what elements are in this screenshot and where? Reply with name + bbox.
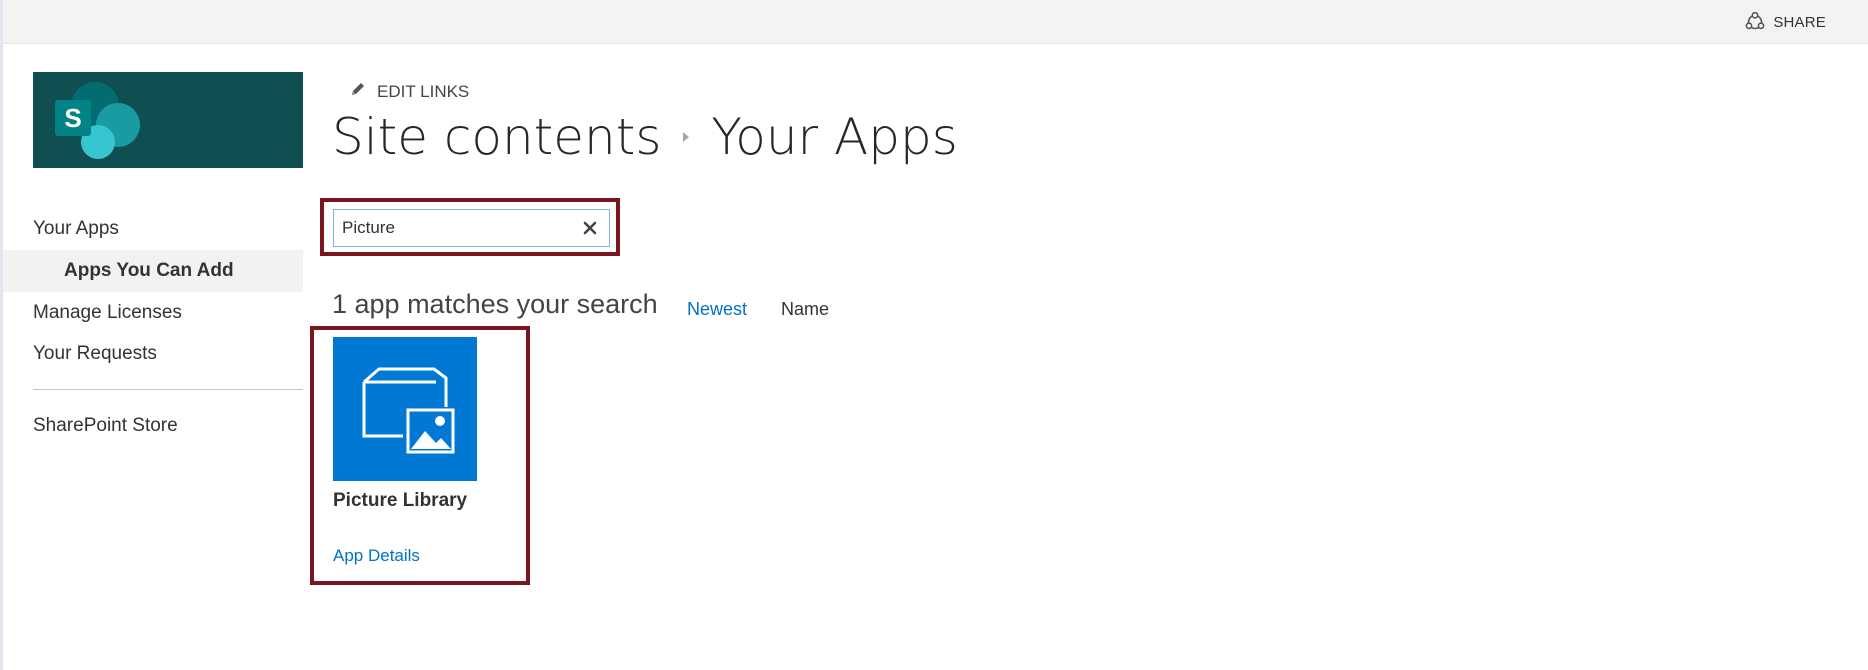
- app-tile[interactable]: [333, 337, 477, 481]
- share-icon: [1745, 12, 1765, 32]
- site-logo[interactable]: S: [33, 72, 303, 168]
- left-edge-bar: [0, 0, 3, 670]
- breadcrumb: Site contents Your Apps: [332, 108, 958, 166]
- app-name[interactable]: Picture Library: [333, 490, 467, 512]
- nav-item-your-apps[interactable]: Your Apps: [33, 218, 119, 240]
- app-details-link[interactable]: App Details: [333, 546, 420, 566]
- edit-links-button[interactable]: EDIT LINKS: [349, 80, 469, 103]
- sort-name-link[interactable]: Name: [781, 299, 829, 320]
- page-title: Your Apps: [711, 108, 958, 166]
- nav-item-your-requests[interactable]: Your Requests: [33, 343, 157, 365]
- search-box: [333, 209, 610, 247]
- suite-bar: SHARE: [3, 0, 1868, 44]
- results-count: 1 app matches your search: [332, 289, 658, 319]
- search-input[interactable]: [334, 218, 570, 238]
- pencil-icon: [349, 80, 367, 103]
- nav-item-manage-licenses[interactable]: Manage Licenses: [33, 302, 182, 324]
- share-label: SHARE: [1773, 13, 1826, 31]
- sort-newest-link[interactable]: Newest: [687, 299, 747, 320]
- sharepoint-logo-icon: S: [55, 82, 140, 159]
- share-button[interactable]: SHARE: [1745, 12, 1826, 32]
- close-icon[interactable]: [581, 219, 599, 242]
- picture-library-icon: [362, 367, 455, 454]
- nav-item-apps-you-can-add[interactable]: Apps You Can Add: [64, 260, 234, 282]
- nav-divider: [33, 389, 303, 390]
- edit-links-label: EDIT LINKS: [377, 81, 470, 101]
- chevron-right-icon: [681, 130, 691, 144]
- nav-item-sharepoint-store[interactable]: SharePoint Store: [33, 415, 178, 437]
- logo-letter: S: [64, 103, 81, 133]
- breadcrumb-site-contents[interactable]: Site contents: [332, 108, 661, 166]
